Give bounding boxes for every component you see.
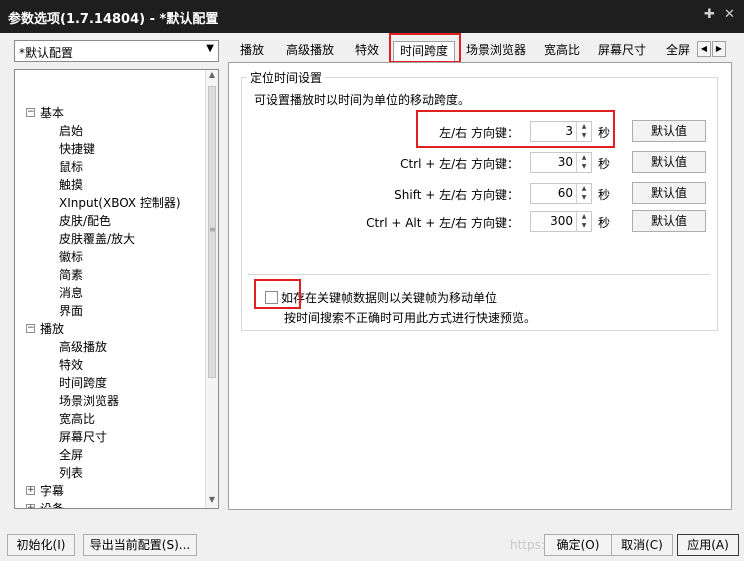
group-title: 定位时间设置 [247,69,326,86]
chevron-down-icon: ▼ [206,43,214,54]
tree-scrollbar[interactable]: ▲ ≡ ▼ [205,70,218,508]
default-button-arrow[interactable]: 默认值 [632,120,706,142]
ctrl-arrow-seconds-value: 30 [557,155,573,169]
dialog-body: *默认配置 ▼ − 基本 启始 快捷键 鼠标 触摸 XInput(XBOX 控制器) 皮肤/配… [0,33,744,561]
tree-item[interactable]: 设备 [40,500,64,508]
tree-item[interactable]: 列表 [59,464,83,482]
close-icon[interactable]: ✕ [724,7,735,22]
bottom-button-bar: 初始化(I) 导出当前配置(S)... https://blog.csdn.ne… [0,530,744,561]
tab-scroll-right-icon[interactable]: ▶ [712,41,726,57]
tab-screen-size[interactable]: 屏幕尺寸 [598,41,646,61]
shift-arrow-seconds-value: 60 [557,186,573,200]
tree-item[interactable]: 基本 [40,104,64,122]
default-button-ctrl-alt[interactable]: 默认值 [632,210,706,232]
spin-up-icon[interactable]: ▲ [577,153,591,162]
shift-arrow-seconds-stepper[interactable]: 60 ▲ ▼ [530,183,592,204]
tree-item[interactable]: 皮肤覆盖/放大 [59,230,135,248]
highlight-box-tab [389,33,461,63]
tree-item[interactable]: 简素 [59,266,83,284]
keyframe-hint: 按时间搜索不正确时可用此方式进行快速预览。 [284,311,537,325]
tree-item[interactable]: 界面 [59,302,83,320]
init-button[interactable]: 初始化(I) [7,534,75,556]
spin-down-icon[interactable]: ▼ [577,162,591,171]
ok-button[interactable]: 确定(O) [544,534,612,556]
tab-scene-browser[interactable]: 场景浏览器 [466,41,526,61]
title-bar: 参数选项(1.7.14804) - *默认配置 ✚ ✕ [0,0,744,33]
profile-dropdown[interactable]: *默认配置 ▼ [14,40,219,62]
tree-item[interactable]: 宽高比 [59,410,95,428]
expand-icon[interactable]: + [26,486,35,495]
scroll-up-icon[interactable]: ▲ [206,70,218,83]
timespan-page: 定位时间设置 可设置播放时以时间为单位的移动跨度。 左/右 方向键： 3 ▲ ▼ … [228,62,732,510]
tree-item[interactable]: 启始 [59,122,83,140]
spin-down-icon[interactable]: ▼ [577,193,591,202]
scroll-down-icon[interactable]: ▼ [206,495,218,508]
tree-item[interactable]: XInput(XBOX 控制器) [59,194,181,212]
tab-effects[interactable]: 特效 [355,41,379,61]
profile-value: *默认配置 [19,46,74,60]
tree-item[interactable]: 快捷键 [59,140,95,158]
seconds-unit: 秒 [598,188,611,202]
tree-item[interactable]: 时间跨度 [59,374,107,392]
ctrl-arrow-label: Ctrl + 左/右 方向键： [400,157,519,171]
tree-item[interactable]: 徽标 [59,248,83,266]
ctrl-alt-arrow-label: Ctrl + Alt + 左/右 方向键： [366,216,519,230]
spin-up-icon[interactable]: ▲ [577,184,591,193]
cancel-button[interactable]: 取消(C) [611,534,673,556]
tree-item[interactable]: 皮肤/配色 [59,212,111,230]
seconds-unit: 秒 [598,157,611,171]
tree-item[interactable]: 消息 [59,284,83,302]
timespan-description: 可设置播放时以时间为单位的移动跨度。 [254,93,471,107]
collapse-icon[interactable]: − [26,324,35,333]
divider [248,274,710,275]
tree-item[interactable]: 字幕 [40,482,64,500]
tree-item[interactable]: 场景浏览器 [59,392,119,410]
settings-tree[interactable]: − 基本 启始 快捷键 鼠标 触摸 XInput(XBOX 控制器) 皮肤/配色 皮肤覆盖/放大… [14,69,219,509]
tree-item[interactable]: 鼠标 [59,158,83,176]
tree-item[interactable]: 高级播放 [59,338,107,356]
tree-item[interactable]: 播放 [40,320,64,338]
tab-aspect-ratio[interactable]: 宽高比 [544,41,580,61]
expand-icon[interactable]: + [26,504,35,508]
tree-item[interactable]: 触摸 [59,176,83,194]
default-button-ctrl[interactable]: 默认值 [632,151,706,173]
spin-up-icon[interactable]: ▲ [577,212,591,221]
tab-play[interactable]: 播放 [240,41,264,61]
default-button-shift[interactable]: 默认值 [632,182,706,204]
tab-fullscreen[interactable]: 全屏 [666,41,690,61]
tab-advanced-play[interactable]: 高级播放 [286,41,334,61]
pin-icon[interactable]: ✚ [704,7,715,22]
keyframe-checkbox-label[interactable]: 如存在关键帧数据则以关键帧为移动单位 [281,289,497,306]
shift-arrow-label: Shift + 左/右 方向键： [394,188,519,202]
spin-down-icon[interactable]: ▼ [577,221,591,230]
ctrl-arrow-seconds-stepper[interactable]: 30 ▲ ▼ [530,152,592,173]
tree-item[interactable]: 特效 [59,356,83,374]
highlight-box-checkbox [254,279,301,309]
tree-item[interactable]: 全屏 [59,446,83,464]
ctrl-alt-arrow-seconds-value: 300 [550,214,573,228]
highlight-box-arrow-row [416,110,615,148]
apply-button[interactable]: 应用(A) [677,534,739,556]
ctrl-alt-arrow-seconds-stepper[interactable]: 300 ▲ ▼ [530,211,592,232]
export-config-button[interactable]: 导出当前配置(S)... [83,534,197,556]
tree-item[interactable]: 屏幕尺寸 [59,428,107,446]
grip-icon: ≡ [209,225,216,234]
collapse-icon[interactable]: − [26,108,35,117]
seconds-unit: 秒 [598,216,611,230]
tab-scroll-left-icon[interactable]: ◀ [697,41,711,57]
window-title: 参数选项(1.7.14804) - *默认配置 [8,12,219,27]
